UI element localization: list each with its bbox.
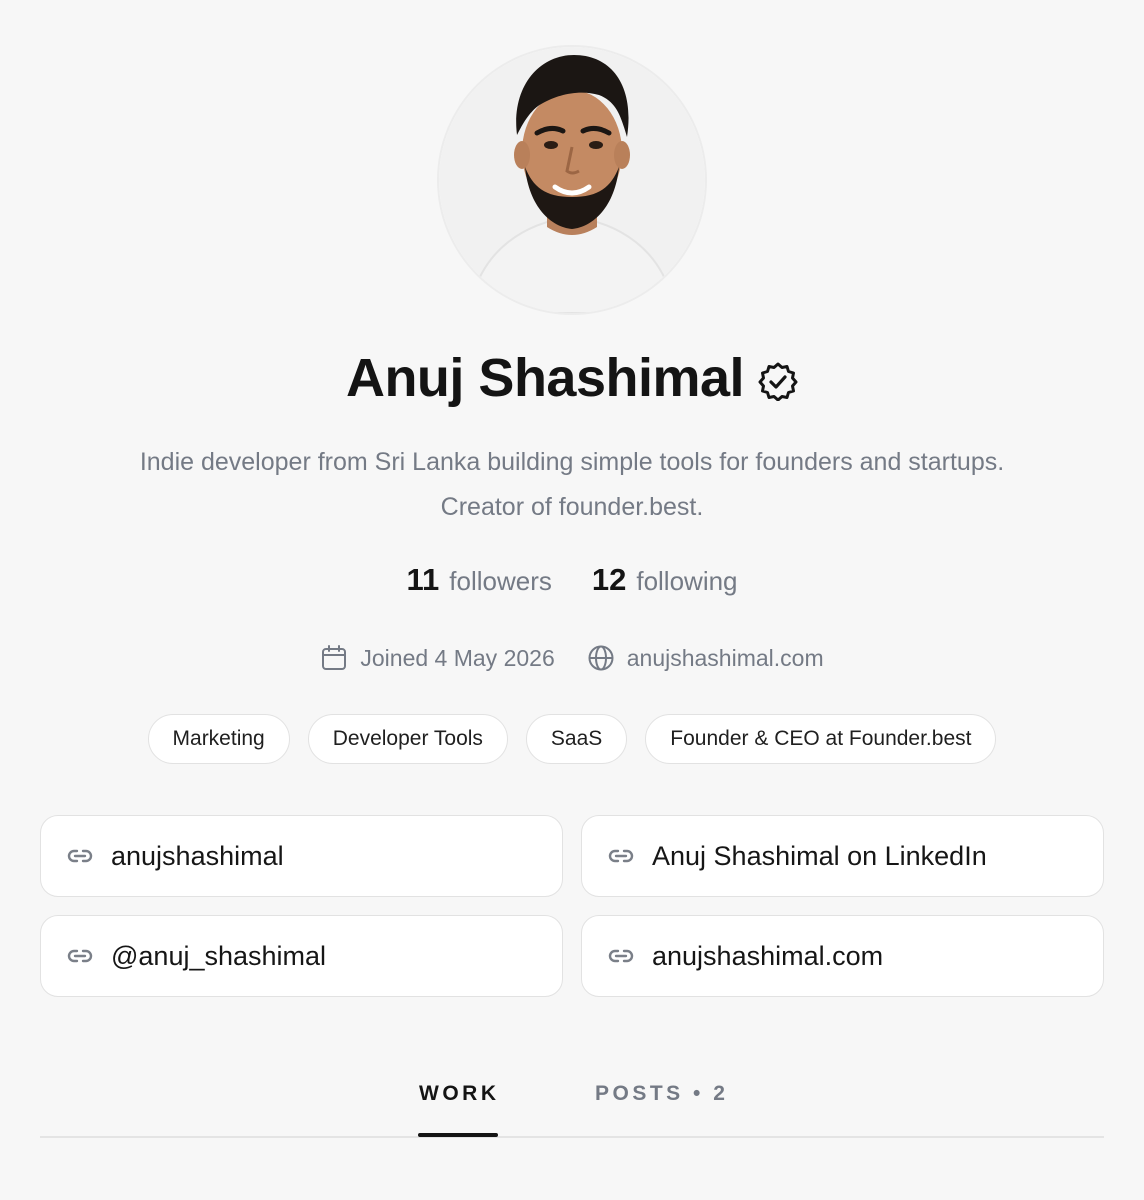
- follow-stats: 11 followers 12 following: [0, 562, 1144, 612]
- link-card-twitter[interactable]: @anuj_shashimal: [40, 915, 563, 997]
- following-label: following: [636, 566, 738, 596]
- avatar: [439, 47, 705, 313]
- globe-icon: [588, 645, 614, 671]
- profile-tabs: WORK POSTS • 2: [40, 1070, 1104, 1138]
- tag-chip[interactable]: Founder & CEO at Founder.best: [645, 714, 997, 764]
- profile-name: Anuj Shashimal: [345, 348, 745, 408]
- bio-line: Creator of founder.best.: [440, 493, 704, 521]
- avatar-photo: [439, 47, 705, 313]
- link-label: anujshashimal: [111, 840, 284, 871]
- active-tab-indicator: [418, 1133, 498, 1137]
- calendar-icon: [322, 645, 347, 670]
- link-icon: [608, 849, 634, 863]
- social-links: anujshashimal Anuj Shashimal on LinkedIn…: [40, 815, 1104, 997]
- tab-work[interactable]: WORK: [419, 1082, 500, 1106]
- link-icon: [67, 949, 93, 963]
- link-icon: [608, 949, 634, 963]
- tag-chip[interactable]: SaaS: [525, 714, 628, 764]
- tag-chip[interactable]: Developer Tools: [307, 714, 508, 764]
- followers-link[interactable]: 11 followers: [406, 562, 551, 598]
- followers-label: followers: [449, 566, 552, 596]
- bio-line: Indie developer from Sri Lanka building …: [139, 448, 1005, 476]
- website-text: anujshashimal.com: [626, 644, 824, 671]
- joined-date: Joined 4 May 2026: [320, 644, 555, 672]
- tab-posts[interactable]: POSTS • 2: [595, 1082, 728, 1106]
- link-card-linkedin[interactable]: Anuj Shashimal on LinkedIn: [581, 815, 1104, 897]
- link-label: @anuj_shashimal: [111, 940, 327, 971]
- profile-header: Anuj Shashimal: [0, 342, 1144, 414]
- link-icon: [67, 849, 93, 863]
- link-card-website[interactable]: anujshashimal.com: [581, 915, 1104, 997]
- profile-meta: Joined 4 May 2026 anujshashimal.com: [0, 638, 1144, 678]
- profile-bio: Indie developer from Sri Lanka building …: [60, 440, 1084, 530]
- link-label: Anuj Shashimal on LinkedIn: [652, 840, 987, 871]
- following-link[interactable]: 12 following: [592, 562, 738, 598]
- website-link[interactable]: anujshashimal.com: [587, 644, 824, 672]
- followers-count: 11: [406, 562, 440, 597]
- link-card-github[interactable]: anujshashimal: [40, 815, 563, 897]
- following-count: 12: [591, 562, 627, 597]
- tag-chip[interactable]: Marketing: [147, 714, 290, 764]
- joined-text: Joined 4 May 2026: [360, 644, 555, 671]
- verified-badge-icon: [758, 362, 798, 401]
- tag-list: Marketing Developer Tools SaaS Founder &…: [0, 714, 1144, 768]
- link-label: anujshashimal.com: [652, 940, 884, 971]
